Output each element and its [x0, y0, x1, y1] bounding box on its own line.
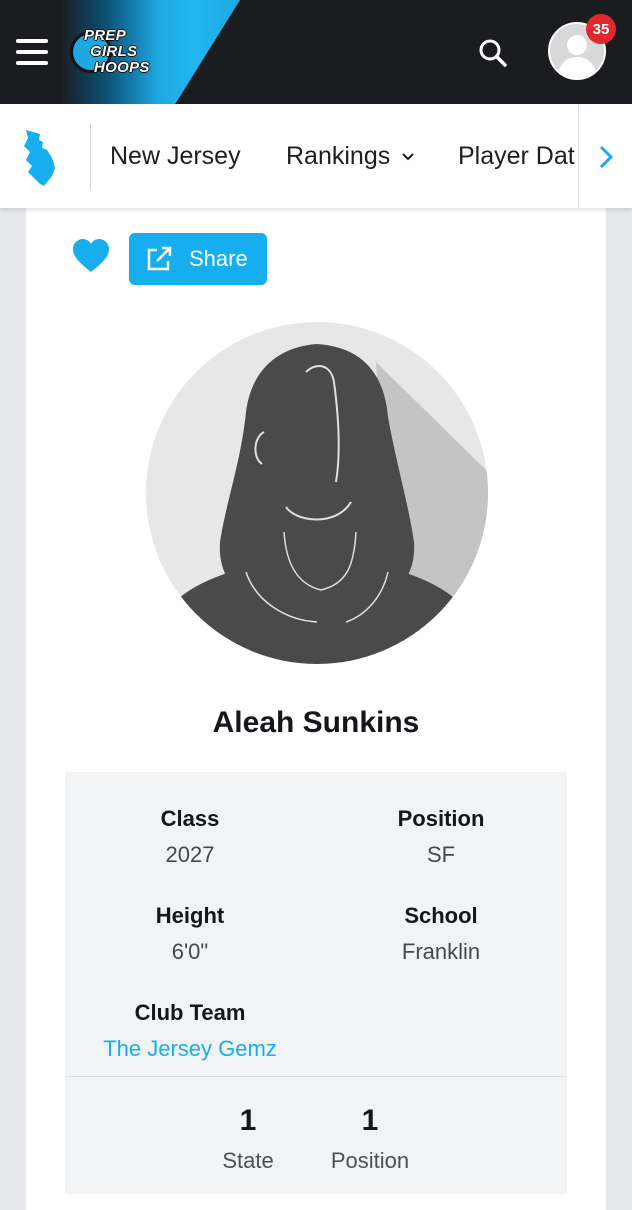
- school-value: Franklin: [401, 939, 481, 964]
- player-photo-placeholder: [146, 322, 488, 664]
- external-link-icon: [147, 246, 172, 271]
- top-header: PREP GIRLS HOOPS: [0, 0, 632, 104]
- position-rank-value: 1: [361, 1104, 379, 1137]
- position-label: Position: [397, 806, 485, 831]
- nav-divider: [90, 124, 91, 190]
- chevron-down-icon: [402, 153, 414, 161]
- logo-text: PREP GIRLS HOOPS: [84, 27, 150, 76]
- new-jersey-map-icon[interactable]: [20, 128, 60, 188]
- position-value: SF: [426, 842, 456, 867]
- prep-girls-hoops-logo[interactable]: PREP GIRLS HOOPS: [70, 25, 170, 81]
- class-value: 2027: [165, 842, 215, 867]
- heart-icon[interactable]: [72, 238, 110, 274]
- rankings-divider: [65, 1076, 567, 1077]
- nav-item-player-data[interactable]: Player Dat: [458, 142, 575, 171]
- position-rank-label: Position: [330, 1148, 410, 1173]
- height-value: 6'0": [171, 939, 209, 964]
- nav-item-rankings[interactable]: Rankings: [286, 142, 415, 171]
- height-label: Height: [155, 903, 225, 928]
- class-label: Class: [160, 806, 220, 831]
- club-team-link[interactable]: The Jersey Gemz: [70, 1036, 310, 1062]
- search-icon[interactable]: [478, 38, 508, 68]
- sub-navigation: New Jersey Rankings Player Dat: [0, 104, 632, 208]
- nav-item-new-jersey[interactable]: New Jersey: [110, 142, 241, 171]
- chevron-right-icon[interactable]: [596, 142, 616, 172]
- player-name: Aleah Sunkins: [212, 706, 420, 739]
- share-button[interactable]: Share: [129, 233, 267, 285]
- club-team-label: Club Team: [134, 1000, 246, 1025]
- menu-icon[interactable]: [16, 39, 48, 65]
- school-label: School: [404, 903, 478, 928]
- notification-badge[interactable]: 35: [586, 14, 616, 44]
